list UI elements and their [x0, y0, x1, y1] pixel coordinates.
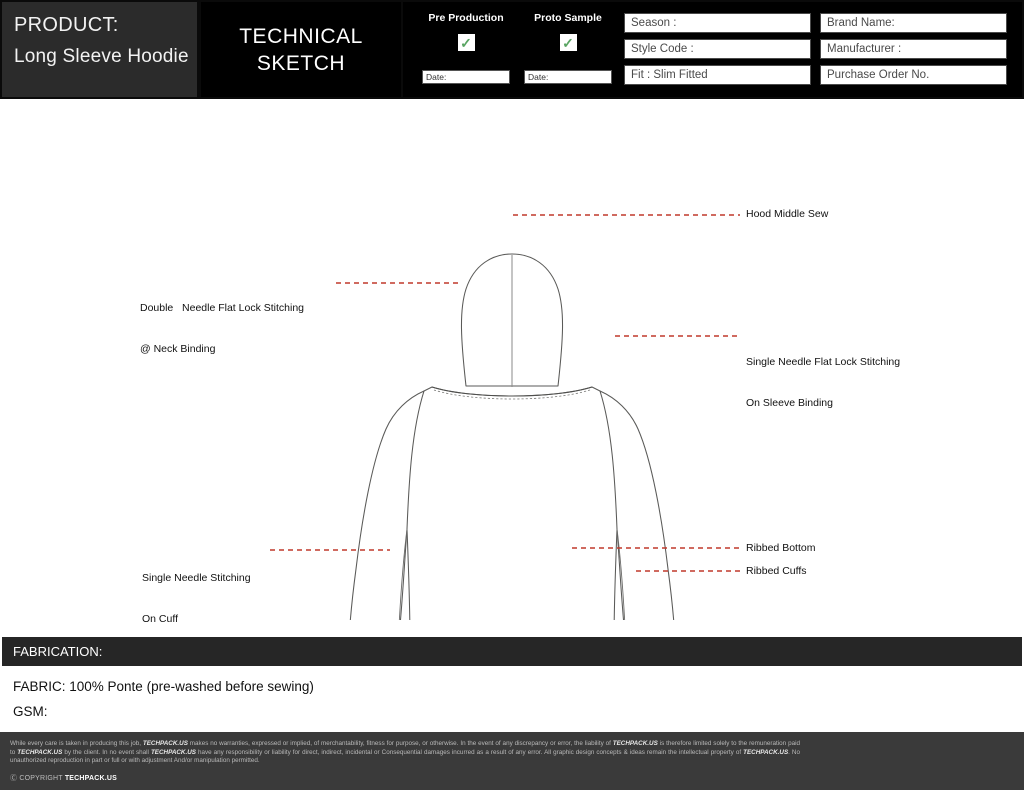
sketch-area: Hood Middle Sew Double Needle Flat Lock … [0, 99, 1024, 625]
proto-sample-date-input[interactable]: Date: [524, 70, 612, 84]
manufacturer-input[interactable]: Manufacturer : [820, 39, 1007, 59]
callout-sleeve-binding-line1: Single Needle Flat Lock Stitching [746, 356, 901, 368]
product-name: Long Sleeve Hoodie [14, 46, 189, 67]
footer-bar: While every care is taken in producing t… [0, 732, 1024, 790]
callout-ribbed-bottom: Ribbed Bottom [746, 542, 816, 554]
callout-hood-middle-sew: Hood Middle Sew [746, 208, 829, 220]
legal-disclaimer: While every care is taken in producing t… [10, 740, 800, 765]
callout-cuff-stitching-line2: On Cuff [142, 612, 178, 625]
callout-sleeve-binding: Single Needle Flat Lock Stitching On Sle… [746, 329, 900, 437]
techpack-page: PRODUCT: Long Sleeve Hoodie TECHNICAL SK… [0, 0, 1024, 790]
style-code-input[interactable]: Style Code : [624, 39, 811, 59]
proto-sample-label: Proto Sample [534, 12, 602, 24]
pre-production-group: Pre Production ✓ [411, 12, 521, 51]
proto-sample-group: Proto Sample ✓ [513, 12, 623, 51]
header-fields-panel: Pre Production ✓ Date: Proto Sample ✓ Da… [403, 2, 1022, 97]
fabric-line: FABRIC: 100% Ponte (pre-washed before se… [13, 679, 314, 694]
callout-neck-binding-line2: @ Neck Binding [140, 342, 216, 355]
fit-input[interactable]: Fit : Slim Fitted [624, 65, 811, 85]
purchase-order-input[interactable]: Purchase Order No. [820, 65, 1007, 85]
gsm-line: GSM: [13, 704, 48, 719]
technical-sketch-title: TECHNICAL SKETCH [201, 2, 401, 97]
callout-neck-binding: Double Needle Flat Lock Stitching @ Neck… [140, 275, 304, 383]
product-label: PRODUCT: [14, 14, 119, 36]
pre-production-checkbox[interactable]: ✓ [457, 34, 475, 51]
fabrication-body: FABRIC: 100% Ponte (pre-washed before se… [2, 666, 1022, 728]
product-panel: PRODUCT: Long Sleeve Hoodie [2, 2, 197, 97]
brand-name-input[interactable]: Brand Name: [820, 13, 1007, 33]
copyright-line: Ⓒ COPYRIGHT TECHPACK.US [10, 775, 118, 782]
callout-sleeve-binding-line2: On Sleeve Binding [746, 396, 833, 409]
pre-production-label: Pre Production [428, 12, 504, 24]
header-bar: PRODUCT: Long Sleeve Hoodie TECHNICAL SK… [0, 0, 1024, 99]
proto-sample-checkbox[interactable]: ✓ [559, 34, 577, 51]
callout-neck-binding-line1: Double Needle Flat Lock Stitching [140, 302, 305, 314]
sketch-title-line2: SKETCH [256, 51, 346, 75]
season-input[interactable]: Season : [624, 13, 811, 33]
callout-cuff-stitching-line1: Single Needle Stitching [142, 572, 251, 584]
copyright-brand: TECHPACK.US [64, 775, 118, 782]
pre-production-date-input[interactable]: Date: [422, 70, 510, 84]
fabrication-heading: FABRICATION: [2, 637, 1022, 666]
callout-ribbed-cuffs: Ribbed Cuffs [746, 565, 807, 577]
copyright-word: COPYRIGHT [19, 775, 63, 782]
sketch-title-line1: TECHNICAL [239, 24, 363, 48]
